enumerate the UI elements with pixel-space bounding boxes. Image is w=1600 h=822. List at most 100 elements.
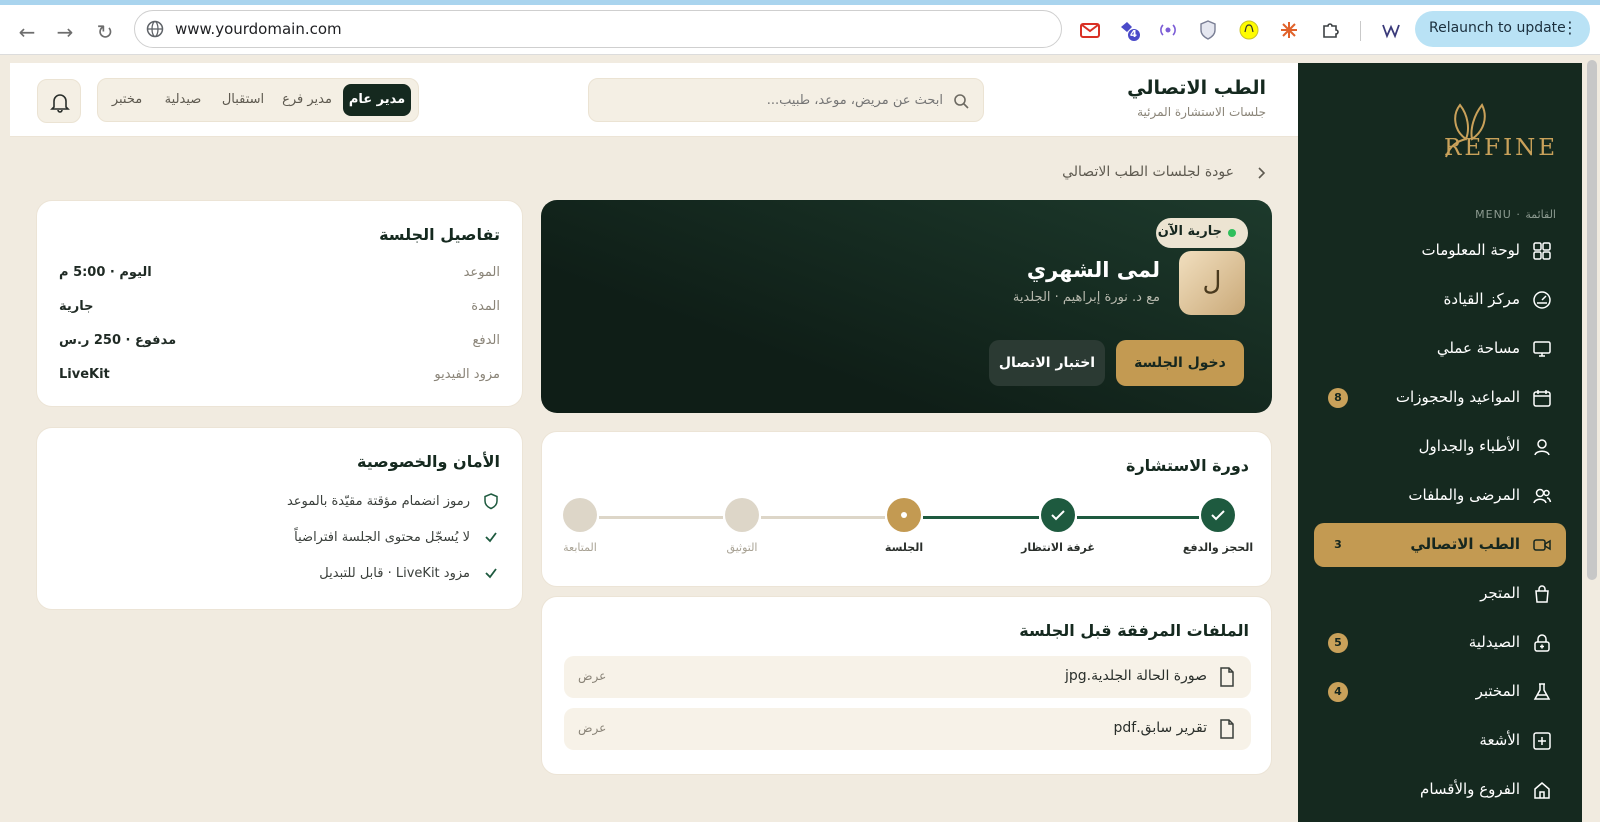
lifecycle-card: دورة الاستشارة الحجز والدفع غرفة الانتظار… <box>541 431 1272 587</box>
lifecycle-step: التوثيق <box>697 498 787 554</box>
attached-file-row[interactable]: صورة الحالة الجلدية.jpg عرض <box>564 656 1251 698</box>
detail-key: الموعد <box>463 265 500 280</box>
gmail-icon[interactable] <box>1079 19 1101 41</box>
sidebar-item-label: المرضى والملفات <box>1408 486 1520 504</box>
sidebar-item-label: لوحة المعلومات <box>1421 241 1521 259</box>
search-input[interactable] <box>603 89 943 111</box>
forward-arrow-icon[interactable]: → <box>52 19 78 45</box>
security-title: الأمان والخصوصية <box>357 452 500 471</box>
home-icon <box>1534 782 1550 799</box>
page-subtitle: جلسات الاستشارة المرئية <box>1137 105 1266 119</box>
session-details-card: تفاصيل الجلسة الموعد اليوم · 5:00 م المدة ج… <box>36 200 523 407</box>
detail-value: اليوم · 5:00 م <box>59 265 152 280</box>
files-title: الملفات المرفقة قبل الجلسة <box>1019 621 1249 640</box>
lifecycle-step: الجلسة <box>859 498 949 554</box>
sidebar-item[interactable]: المختبر 4 <box>1314 670 1566 714</box>
security-item-text: لا يُسجّل محتوى الجلسة افتراضياً <box>294 530 470 545</box>
role-reception[interactable]: استقبال <box>213 84 273 116</box>
w-extension-icon[interactable] <box>1380 19 1402 41</box>
enter-session-button[interactable]: دخول الجلسة <box>1116 340 1244 386</box>
detail-row: مزود الفيديو LiveKit <box>59 367 500 387</box>
step-circle <box>563 498 597 532</box>
view-file-link[interactable]: عرض <box>578 669 606 683</box>
more-vertical-icon[interactable]: ⋮ <box>1562 18 1578 37</box>
flask-icon <box>1533 683 1551 700</box>
step-label: الحجز والدفع <box>1182 541 1254 554</box>
plus-box-icon <box>1533 732 1551 750</box>
lifecycle-step: غرفة الانتظار <box>1013 498 1103 554</box>
sidebar-item-badge: 8 <box>1328 388 1348 408</box>
file-icon <box>1220 667 1234 687</box>
extensions-puzzle-icon[interactable] <box>1320 19 1342 41</box>
detail-value: LiveKit <box>59 367 110 382</box>
logo-text: REFINE <box>1444 135 1559 161</box>
detail-key: الدفع <box>472 333 500 348</box>
relaunch-label: Relaunch to update <box>1429 20 1566 36</box>
snapchat-icon[interactable] <box>1238 19 1260 41</box>
bag-icon <box>1535 585 1549 603</box>
sidebar-item[interactable]: المتجر <box>1314 572 1566 616</box>
step-circle <box>1201 498 1235 532</box>
chevron-right-icon[interactable] <box>1256 166 1268 180</box>
sidebar-item-label: المتجر <box>1480 584 1520 602</box>
sidebar-item-label: المواعيد والحجوزات <box>1395 388 1520 406</box>
doctor-line: مع د. نورة إبراهيم · الجلدية <box>1012 290 1160 305</box>
role-pharmacy[interactable]: صيدلية <box>153 84 213 116</box>
url-text: www.yourdomain.com <box>175 20 342 38</box>
sidebar-item-badge: 3 <box>1334 538 1342 551</box>
shield-extension-icon[interactable] <box>1197 19 1219 41</box>
security-item-text: مزود LiveKit · قابل للتبديل <box>319 566 470 581</box>
back-arrow-icon[interactable]: ← <box>14 19 40 45</box>
details-title: تفاصيل الجلسة <box>379 225 500 244</box>
lifecycle-step: الحجز والدفع <box>1173 498 1263 554</box>
sidebar-item[interactable]: مركز القيادة <box>1314 278 1566 322</box>
security-item: لا يُسجّل محتوى الجلسة افتراضياً <box>100 528 500 548</box>
bell-icon <box>50 94 70 113</box>
toolbar-divider <box>1360 21 1361 41</box>
sidebar-item[interactable]: الطب الاتصالي 3 <box>1314 523 1566 567</box>
role-general-manager[interactable]: مدير عام <box>343 84 411 116</box>
step-label: غرفة الانتظار <box>1021 541 1095 554</box>
address-bar[interactable]: www.yourdomain.com <box>134 10 1062 48</box>
check-icon <box>485 532 497 543</box>
security-card: الأمان والخصوصية رموز انضمام مؤقتة مقيّد… <box>36 427 523 610</box>
detail-value: جارية <box>59 299 94 314</box>
dashboard-icon <box>1533 242 1551 260</box>
sidebar-item[interactable]: الصيدلية 5 <box>1314 621 1566 665</box>
asterisk-icon[interactable] <box>1278 19 1300 41</box>
sidebar-item-label: مركز القيادة <box>1443 290 1520 308</box>
broadcast-icon[interactable] <box>1157 19 1179 41</box>
view-file-link[interactable]: عرض <box>578 721 606 735</box>
sidebar-item[interactable]: المرضى والملفات <box>1314 474 1566 518</box>
security-item: مزود LiveKit · قابل للتبديل <box>100 564 500 584</box>
page-scrollbar[interactable] <box>1587 60 1597 580</box>
notifications-button[interactable] <box>37 79 81 123</box>
sidebar-item[interactable]: المواعيد والحجوزات 8 <box>1314 376 1566 420</box>
step-label: المتابعة <box>563 541 597 554</box>
file-name: صورة الحالة الجلدية.jpg <box>1064 668 1207 684</box>
sidebar: REFINE MENU · القائمة لوحة المعلومات مركز… <box>1298 63 1582 822</box>
test-connection-button[interactable]: اختبار الاتصال <box>989 340 1105 386</box>
calendar-icon <box>1533 390 1551 407</box>
sidebar-item[interactable]: مساحة عملي <box>1314 327 1566 371</box>
search-box <box>588 78 984 122</box>
patient-name: لمى الشهري <box>1026 258 1160 282</box>
sidebar-item-badge: 4 <box>1328 682 1348 702</box>
sidebar-item[interactable]: الأشعة <box>1314 719 1566 763</box>
search-icon <box>954 94 969 109</box>
lock-plus-icon <box>1534 634 1550 652</box>
back-link[interactable]: عودة لجلسات الطب الاتصالي <box>1062 164 1234 180</box>
detail-row: الموعد اليوم · 5:00 م <box>59 265 500 285</box>
current-dot-icon <box>901 512 907 518</box>
relaunch-button[interactable]: Relaunch to update ⋮ <box>1415 11 1590 47</box>
role-lab[interactable]: مختبر <box>102 84 152 116</box>
attached-file-row[interactable]: تقرير سابق.pdf عرض <box>564 708 1251 750</box>
role-branch-manager[interactable]: مدير فرع <box>274 84 340 116</box>
reload-icon[interactable]: ↻ <box>92 19 118 45</box>
sidebar-item[interactable]: الفروع والأقسام <box>1314 768 1566 812</box>
step-label: التوثيق <box>726 541 758 554</box>
sidebar-item[interactable]: لوحة المعلومات <box>1314 229 1566 273</box>
video-icon <box>1533 539 1551 551</box>
sidebar-item[interactable]: الأطباء والجداول <box>1314 425 1566 469</box>
session-hero-card: جارية الآن ل لمى الشهري مع د. نورة إبراه… <box>541 200 1272 413</box>
